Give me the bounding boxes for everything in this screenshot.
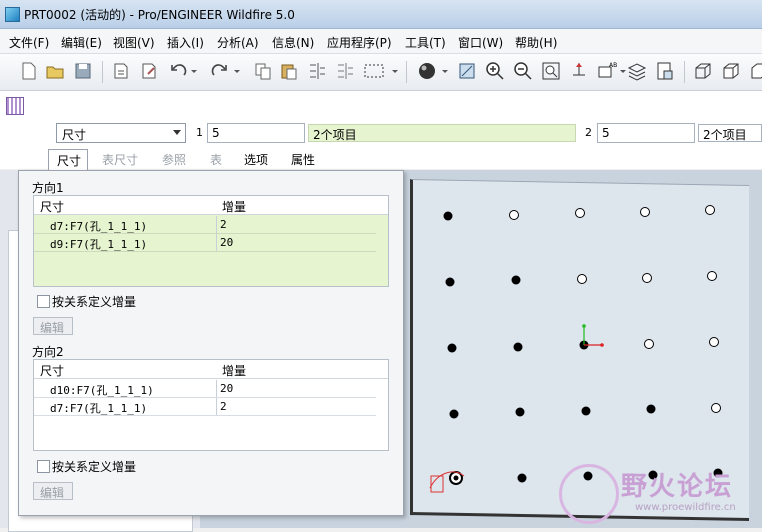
wireframe-icon[interactable] bbox=[692, 60, 714, 82]
dimensions-panel: 方向1 尺寸 增量 d7:F7(孔_1_1_1) 2 d9:F7(孔_1_1_1… bbox=[18, 170, 404, 516]
no-hidden-icon[interactable] bbox=[748, 60, 762, 82]
direction1-count-input[interactable]: 5 bbox=[207, 123, 305, 143]
window-title: PRT0002 (活动的) - Pro/ENGINEER Wildfire 5.… bbox=[24, 8, 295, 22]
table-header: 尺寸 增量 bbox=[34, 196, 388, 215]
pattern-type-select[interactable]: 尺寸 bbox=[56, 123, 186, 143]
watermark-url: www.proewildfire.cn bbox=[635, 502, 736, 513]
selection-box-icon[interactable] bbox=[362, 60, 388, 82]
pattern-dashboard: 尺寸 1 5 2个项目 2 5 2个项目 尺寸 表尺寸 参照 表 选项 属性 bbox=[0, 91, 762, 170]
direction1-edit-button[interactable]: 编辑 bbox=[33, 317, 73, 335]
menu-analysis[interactable]: 分析(A) bbox=[217, 34, 259, 51]
redo-icon[interactable] bbox=[208, 60, 230, 82]
forum-watermark: 野火论坛 www.proewildfire.cn bbox=[555, 458, 762, 528]
direction1-label: 1 bbox=[196, 126, 203, 139]
watermark-text: 野火论坛 bbox=[621, 472, 734, 502]
refit-icon[interactable] bbox=[540, 60, 562, 82]
direction1-relation-checkbox[interactable] bbox=[37, 295, 50, 308]
direction1-relation-label: 按关系定义增量 bbox=[52, 295, 137, 309]
shading-dropdown-icon[interactable] bbox=[440, 60, 450, 82]
copy-icon[interactable] bbox=[252, 60, 274, 82]
tab-table-dimensions[interactable]: 表尺寸 bbox=[102, 149, 142, 169]
direction1-table[interactable]: 尺寸 增量 d7:F7(孔_1_1_1) 2 d9:F7(孔_1_1_1) 20 bbox=[33, 195, 389, 287]
toolbar-separator bbox=[102, 61, 103, 83]
view-manager-icon[interactable] bbox=[654, 60, 676, 82]
undo-icon[interactable] bbox=[168, 60, 190, 82]
watermark-logo-icon bbox=[559, 464, 619, 524]
menu-edit[interactable]: 编辑(E) bbox=[61, 34, 102, 51]
selection-dropdown-icon[interactable] bbox=[390, 60, 400, 82]
direction2-count-value: 5 bbox=[602, 126, 610, 140]
new-file-icon[interactable] bbox=[18, 60, 40, 82]
column-increment: 增量 bbox=[222, 364, 247, 378]
menu-insert[interactable]: 插入(I) bbox=[167, 34, 204, 51]
direction1-title: 方向1 bbox=[32, 181, 64, 195]
undo-dropdown-icon[interactable] bbox=[189, 60, 199, 82]
paste-special-icon[interactable] bbox=[306, 60, 328, 82]
table-row[interactable]: d9:F7(孔_1_1_1) 20 bbox=[34, 234, 376, 252]
toolbar: AB bbox=[0, 54, 762, 91]
direction1-items-collector[interactable]: 2个项目 bbox=[308, 124, 576, 142]
svg-text:AB: AB bbox=[609, 62, 617, 69]
direction1-count-value: 5 bbox=[212, 126, 220, 140]
column-dimension: 尺寸 bbox=[40, 200, 65, 214]
direction1-items-text: 2个项目 bbox=[313, 128, 357, 142]
toolbar-separator bbox=[684, 61, 685, 83]
direction2-relation-label: 按关系定义增量 bbox=[52, 460, 137, 474]
menu-file[interactable]: 文件(F) bbox=[9, 34, 49, 51]
menu-bar: 文件(F) 编辑(E) 视图(V) 插入(I) 分析(A) 信息(N) 应用程序… bbox=[0, 29, 762, 54]
layers-icon[interactable] bbox=[626, 60, 648, 82]
table-header: 尺寸 增量 bbox=[34, 360, 388, 379]
menu-info[interactable]: 信息(N) bbox=[272, 34, 314, 51]
table-row[interactable]: d7:F7(孔_1_1_1) 2 bbox=[34, 216, 376, 234]
toolbar-separator bbox=[406, 61, 407, 83]
redo-dropdown-icon[interactable] bbox=[232, 60, 242, 82]
zoom-in-icon[interactable] bbox=[484, 60, 506, 82]
pattern-feature-icon bbox=[6, 97, 24, 115]
direction2-label: 2 bbox=[585, 126, 592, 139]
app-icon bbox=[5, 7, 20, 22]
table-row[interactable]: d10:F7(孔_1_1_1) 20 bbox=[34, 380, 376, 398]
open-folder-icon[interactable] bbox=[44, 60, 66, 82]
direction2-relation-checkbox[interactable] bbox=[37, 460, 50, 473]
tab-dimensions[interactable]: 尺寸 bbox=[48, 149, 88, 170]
table-row[interactable]: d7:F7(孔_1_1_1) 2 bbox=[34, 398, 376, 416]
hidden-line-icon[interactable] bbox=[720, 60, 742, 82]
direction2-items-text: 2个项目 bbox=[703, 128, 747, 142]
mirror-icon[interactable] bbox=[334, 60, 356, 82]
paste-icon[interactable] bbox=[278, 60, 300, 82]
menu-applications[interactable]: 应用程序(P) bbox=[327, 34, 392, 51]
repaint-icon[interactable] bbox=[456, 60, 478, 82]
pattern-type-value: 尺寸 bbox=[62, 128, 87, 142]
menu-tools[interactable]: 工具(T) bbox=[405, 34, 446, 51]
direction2-table[interactable]: 尺寸 增量 d10:F7(孔_1_1_1) 20 d7:F7(孔_1_1_1) … bbox=[33, 359, 389, 451]
title-bar: PRT0002 (活动的) - Pro/ENGINEER Wildfire 5.… bbox=[0, 0, 762, 29]
tab-table[interactable]: 表 bbox=[210, 149, 226, 169]
tab-properties[interactable]: 属性 bbox=[291, 149, 321, 169]
chevron-down-icon bbox=[173, 130, 181, 135]
save-icon[interactable] bbox=[72, 60, 94, 82]
direction2-title: 方向2 bbox=[32, 345, 64, 359]
direction2-items-collector[interactable]: 2个项目 bbox=[698, 124, 762, 142]
direction2-count-input[interactable]: 5 bbox=[597, 123, 695, 143]
reorient-icon[interactable] bbox=[568, 60, 590, 82]
menu-window[interactable]: 窗口(W) bbox=[458, 34, 503, 51]
edit-definition-icon[interactable] bbox=[138, 60, 160, 82]
tab-references[interactable]: 参照 bbox=[162, 149, 192, 169]
tab-options[interactable]: 选项 bbox=[244, 149, 274, 169]
menu-help[interactable]: 帮助(H) bbox=[515, 34, 557, 51]
column-increment: 增量 bbox=[222, 200, 247, 214]
menu-view[interactable]: 视图(V) bbox=[113, 34, 155, 51]
saved-views-icon[interactable]: AB bbox=[596, 60, 618, 82]
shading-sphere-icon[interactable] bbox=[416, 60, 438, 82]
regenerate-icon[interactable] bbox=[110, 60, 132, 82]
zoom-out-icon[interactable] bbox=[512, 60, 534, 82]
column-dimension: 尺寸 bbox=[40, 364, 65, 378]
direction2-edit-button[interactable]: 编辑 bbox=[33, 482, 73, 500]
